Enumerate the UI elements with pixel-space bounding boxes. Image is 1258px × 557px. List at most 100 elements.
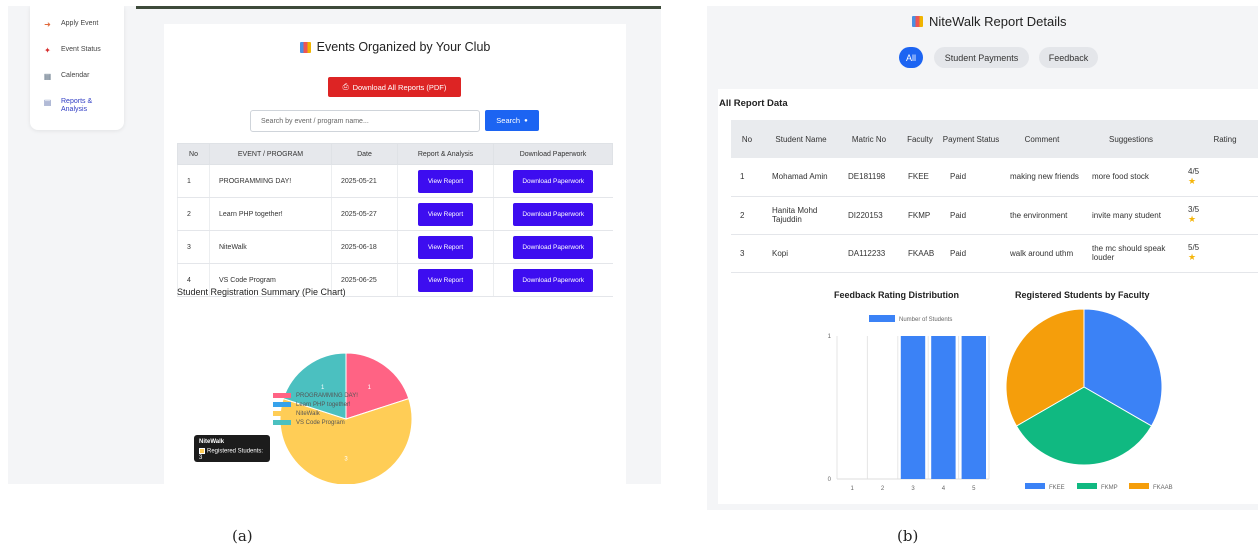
cell-name: Mohamad Amin [763,158,839,197]
cell-payment: Paid [941,196,1001,235]
star-icon: ★ [1188,175,1197,186]
col-header-matric: Matric No [839,120,899,158]
legend-swatch [1129,483,1149,489]
cell-payment: Paid [941,234,1001,273]
star-icon: ★ [1188,214,1197,224]
cell-comment: the environment [1001,196,1083,235]
cell-faculty: FKEE [899,158,941,197]
cell-rating: 5/5 ★ [1179,234,1258,273]
legend-item: Learn PHP together! [273,400,358,409]
cell-no: 3 [177,230,210,264]
filter-feedback[interactable]: Feedback [1039,47,1098,68]
filter-all[interactable]: All [899,47,923,68]
header-divider [136,6,661,9]
sidebar-item-label: Event Status [61,46,101,53]
cell-suggestion: more food stock [1083,158,1179,197]
sidebar-item-label: Apply Event [61,20,99,27]
cell-comment: walk around uthm [1001,234,1083,273]
cell-date: 2025-05-27 [331,197,398,231]
report-table: No Student Name Matric No Faculty Paymen… [731,120,1258,273]
x-tick-label: 2 [881,486,885,491]
cell-suggestion: the mc should speak louder [1083,234,1179,273]
sidebar-item-apply-event[interactable]: ➜ Apply Event [42,20,98,29]
tooltip-body: Registered Students: 3 [199,448,264,461]
table-row: 3 Kopi DA112233 FKAAB Paid walk around u… [731,234,1258,273]
sidebar-item-event-status[interactable]: ✦ Event Status [42,46,101,55]
x-tick-label: 5 [972,486,976,491]
col-header-download: Download Paperwork [493,143,613,165]
cell-no: 2 [731,196,763,235]
bar[interactable] [900,336,926,479]
legend-label: FKEE [1049,485,1065,491]
bar[interactable] [931,336,956,479]
figure-label-a: (a) [232,527,253,545]
legend-swatch [273,402,291,407]
col-header-name: Student Name [763,120,839,158]
col-header-payment: Payment Status [941,120,1001,158]
view-report-button[interactable]: View Report [417,169,474,193]
col-header-no: No [177,143,210,165]
apply-event-icon: ➜ [44,20,51,29]
bar[interactable] [961,336,986,479]
search-input[interactable]: Search by event / program name... [250,110,480,132]
rating-bar-chart[interactable]: Number of Students 0 1 1 2 3 4 5 [806,311,991,491]
chart-icon [299,41,311,53]
sidebar: ➜ Apply Event ✦ Event Status ▦ Calendar … [30,6,124,130]
x-tick-label: 3 [911,486,915,491]
filter-student-payments[interactable]: Student Payments [934,47,1029,68]
col-header-date: Date [331,143,398,165]
sidebar-item-label: Reports & Analysis [61,98,93,113]
legend-swatch [273,411,291,416]
bar-chart-title: Feedback Rating Distribution [834,290,960,300]
y-tick-label: 0 [828,477,832,483]
cell-date: 2025-06-18 [331,230,398,264]
view-report-button[interactable]: View Report [417,268,474,292]
chart-tooltip: NiteWalk Registered Students: 3 [194,435,270,462]
legend-item: PROGRAMMING DAY! [273,391,358,400]
pdf-icon: ⎙ [342,82,349,91]
faculty-pie-title: Registered Students by Faculty [1015,290,1150,300]
cell-matric: DE181198 [839,158,899,197]
tooltip-swatch [199,448,205,454]
view-report-button[interactable]: View Report [417,202,474,226]
cell-event: PROGRAMMING DAY! [209,164,332,198]
chart-icon [912,16,923,27]
legend-label: FKMP [1101,485,1118,491]
sidebar-item-reports[interactable]: ▤ Reports & Analysis [42,98,92,114]
report-card: All Report Data No Student Name Matric N… [718,89,1258,504]
cell-name: Hanita Mohd Tajuddin [763,196,839,235]
x-tick-label: 1 [851,486,855,491]
legend-item: VS Code Program [273,418,358,427]
download-paperwork-button[interactable]: Download Paperwork [513,235,594,259]
table-row: 1 Mohamad Amin DE181198 FKEE Paid making… [731,158,1258,197]
star-icon: ★ [1188,252,1197,262]
search-button[interactable]: Search ● [485,110,539,131]
panel-b-screenshot: NiteWalk Report Details All Student Paym… [707,6,1258,510]
legend-item: NiteWalk [273,409,358,418]
tooltip-title: NiteWalk [199,439,225,445]
faculty-pie-chart[interactable]: FKEE FKMP FKAAB [1006,309,1176,494]
table-row: 1 PROGRAMMING DAY! 2025-05-21 View Repor… [177,164,613,198]
cell-matric: DI220153 [839,196,899,235]
cell-no: 3 [731,234,763,273]
cell-no: 1 [731,158,763,197]
sidebar-item-label: Calendar [61,72,90,79]
figure-label-b: (b) [897,527,919,545]
view-report-button[interactable]: View Report [417,235,474,259]
download-paperwork-button[interactable]: Download Paperwork [513,202,594,226]
sidebar-item-calendar[interactable]: ▦ Calendar [42,72,90,81]
legend-swatch [273,420,291,425]
legend-swatch [1025,483,1045,489]
col-header-no: No [731,120,763,158]
cell-rating: 4/5 ★ [1179,158,1258,197]
download-all-button[interactable]: ⎙ Download All Reports (PDF) [328,77,461,97]
cell-name: Kopi [763,234,839,273]
download-paperwork-button[interactable]: Download Paperwork [513,268,594,292]
pie-legend: PROGRAMMING DAY! Learn PHP together! Nit… [273,391,358,427]
page-title: NiteWalk Report Details [912,14,1067,29]
events-table: No EVENT / PROGRAM Date Report & Analysi… [177,143,613,297]
calendar-icon: ▦ [43,72,52,81]
cell-rating: 3/5 ★ [1179,196,1258,235]
download-paperwork-button[interactable]: Download Paperwork [513,169,594,193]
table-row: 2 Learn PHP together! 2025-05-27 View Re… [177,197,613,231]
